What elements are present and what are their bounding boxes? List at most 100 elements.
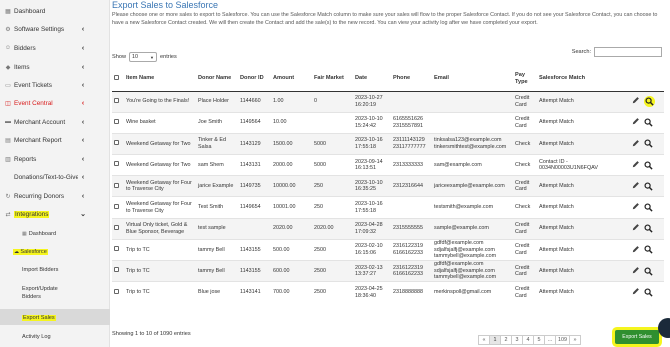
cell-pay: Credit Card	[513, 111, 537, 134]
sidebar-item-event-central[interactable]: ◫ Event Central ‹	[0, 94, 110, 112]
sidebar-item-dashboard[interactable]: ▦ Dashboard	[0, 2, 110, 20]
cell-donor: Place Holder	[196, 90, 238, 113]
row-checkbox[interactable]	[114, 97, 119, 103]
cell-date: 2023-04-28 17:09:32	[353, 217, 391, 240]
search-match-icon[interactable]	[644, 245, 653, 255]
search-match-icon[interactable]	[644, 203, 653, 212]
sidebar-item-donations-text-to-give[interactable]: Donations/Text-to-Give ‹	[0, 168, 110, 186]
cell-email: gdfdf@example.com sdjalfsjalfj@example.c…	[432, 259, 513, 282]
cell-amount: 10000.00	[271, 175, 312, 197]
sidebar-item-event-tickets[interactable]: ▭ Event Tickets ‹	[0, 76, 110, 94]
col-fair-market[interactable]: Fair Market	[312, 67, 353, 92]
cell-pay: Check	[513, 132, 537, 155]
export-sales-button[interactable]: Export Sales	[615, 330, 659, 344]
search-match-icon[interactable]	[644, 182, 653, 191]
search-match-icon[interactable]	[644, 161, 653, 170]
search-match-icon[interactable]	[644, 118, 653, 127]
cell-item: Weekend Getaway for Two	[124, 132, 196, 155]
col-phone[interactable]: Phone	[391, 67, 432, 92]
cell-amount: 1500.00	[271, 132, 312, 155]
cell-email: gdfdf@example.com sdjalfsjalfj@example.c…	[432, 238, 513, 261]
col-email[interactable]: Email	[432, 67, 513, 92]
entries-select[interactable]: 10 ▼	[129, 52, 157, 62]
col-date[interactable]: Date	[353, 67, 391, 92]
col-salesforce-match[interactable]: Salesforce Match	[537, 67, 630, 92]
cell-fair: 2500	[312, 281, 353, 303]
cell-amount: 700.00	[271, 281, 312, 303]
sidebar-sub-salesforce[interactable]: ☁ Salesforce	[13, 248, 48, 256]
table-row: Weekend Getaway for Four to Traverse Cit…	[112, 196, 664, 219]
edit-pencil-icon[interactable]	[632, 160, 640, 171]
sidebar-item-recurring-donors[interactable]: ↻ Recurring Donors ‹	[0, 187, 110, 205]
cell-donor: Blue jose	[196, 281, 238, 303]
sidebar: ▦ Dashboard ⚙ Software Settings ‹ ☺ Bidders ‹ ◆ I…	[0, 0, 110, 347]
page-link[interactable]: »	[569, 335, 581, 345]
sidebar-item-reports[interactable]: ▥ Reports ‹	[0, 150, 110, 168]
card-icon: ▬	[5, 119, 11, 125]
search: Search:	[572, 47, 662, 57]
search-match-icon[interactable]	[644, 96, 655, 108]
cell-item: Trip to TC	[124, 238, 196, 261]
search-match-icon[interactable]	[644, 288, 653, 297]
edit-pencil-icon[interactable]	[632, 117, 640, 128]
refresh-icon: ↻	[5, 193, 11, 200]
sidebar-sub-export-update-bidders[interactable]: Export/Update Bidders	[22, 285, 58, 301]
sidebar-item-bidders[interactable]: ☺ Bidders ‹	[0, 39, 110, 57]
sidebar-item-merchant-report[interactable]: ▤ Merchant Report ‹	[0, 131, 110, 149]
cell-fair: 250	[312, 175, 353, 197]
edit-pencil-icon[interactable]	[632, 202, 640, 213]
row-checkbox[interactable]	[114, 161, 119, 167]
row-checkbox[interactable]	[114, 224, 119, 230]
sidebar-sub-export-sales[interactable]: Export Sales	[22, 314, 56, 322]
cell-match: Attempt Match	[537, 196, 630, 219]
edit-pencil-icon[interactable]	[632, 96, 640, 107]
edit-pencil-icon[interactable]	[632, 181, 640, 192]
row-checkbox[interactable]	[114, 267, 119, 273]
edit-pencil-icon[interactable]	[632, 245, 640, 256]
chevron-left-icon: ‹	[81, 173, 85, 181]
chevron-left-icon: ‹	[81, 25, 85, 33]
sidebar-sub-dashboard[interactable]: ▦ Dashboard	[22, 230, 56, 238]
select-all-checkbox[interactable]	[114, 74, 119, 80]
sidebar-item-items[interactable]: ◆ Items ‹	[0, 58, 110, 76]
edit-pencil-icon[interactable]	[632, 139, 640, 150]
cell-date: 2023-10-27 16:20:19	[353, 90, 391, 113]
row-checkbox[interactable]	[114, 246, 119, 252]
sidebar-item-software-settings[interactable]: ⚙ Software Settings ‹	[0, 20, 110, 38]
cell-pay: Credit Card	[513, 217, 537, 240]
col-item-name[interactable]: Item Name	[124, 67, 196, 92]
edit-pencil-icon[interactable]	[632, 266, 640, 277]
col-amount[interactable]: Amount	[271, 67, 312, 92]
cell-match: Contact ID - 0034N00003U1N6FQAV	[537, 154, 630, 176]
cell-date: 2023-02-10 16:15:06	[353, 238, 391, 261]
col-donor-id[interactable]: Donor ID	[238, 67, 271, 92]
col-pay-type[interactable]: Pay Type	[513, 67, 537, 92]
edit-pencil-icon[interactable]	[632, 287, 640, 298]
edit-pencil-icon[interactable]	[632, 223, 640, 234]
row-checkbox[interactable]	[114, 203, 119, 209]
sidebar-sub-import-bidders[interactable]: Import Bidders	[22, 266, 58, 274]
table-row: Trip to TC tammy Bell 1143155 500.00 2500 202…	[112, 238, 664, 261]
sidebar-item-integrations[interactable]: ⇄ Integrations ⌄	[0, 205, 110, 223]
cell-donor: tammy Bell	[196, 238, 238, 261]
cell-fair: 5000	[312, 154, 353, 176]
row-checkbox[interactable]	[114, 182, 119, 188]
cell-item: Trip to TC	[124, 281, 196, 303]
sidebar-item-merchant-account[interactable]: ▬ Merchant Account ‹	[0, 113, 110, 131]
table-row: Weekend Getaway for Two Tinker & Ed Salsa…	[112, 132, 664, 155]
search-match-icon[interactable]	[644, 267, 653, 276]
row-checkbox[interactable]	[114, 288, 119, 294]
row-checkbox[interactable]	[114, 140, 119, 146]
search-input[interactable]	[594, 47, 662, 57]
search-match-icon[interactable]	[644, 139, 653, 149]
row-checkbox[interactable]	[114, 118, 119, 124]
cell-phone	[391, 90, 432, 113]
col-donor-name[interactable]: Donor Name	[196, 67, 238, 92]
cell-pay: Credit Card	[513, 259, 537, 282]
sidebar-sub-activity-log[interactable]: Activity Log	[22, 333, 51, 341]
cell-amount: 2000.00	[271, 154, 312, 176]
dashboard-icon: ▦	[5, 8, 11, 15]
page-link[interactable]: 109	[555, 335, 570, 345]
search-match-icon[interactable]	[644, 224, 653, 233]
cell-pay: Credit Card	[513, 90, 537, 113]
